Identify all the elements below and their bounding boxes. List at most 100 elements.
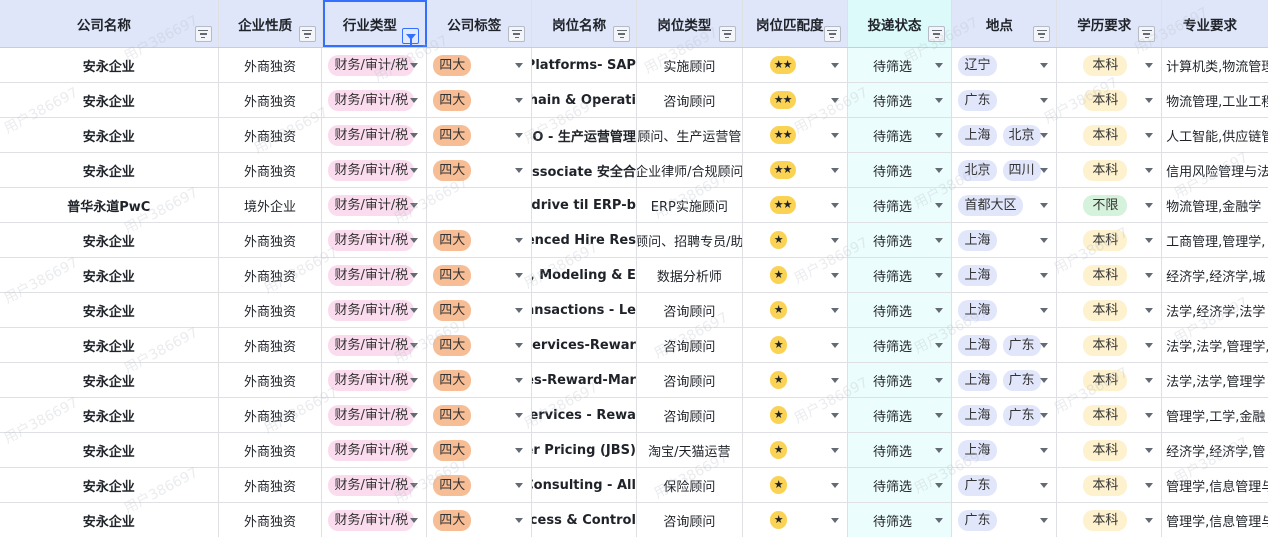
table-row[interactable]: 安永企业 外商独资 财务/审计/税 四大 Consulting - All 保险…	[0, 468, 1268, 503]
chevron-down-icon[interactable]	[830, 63, 839, 68]
chevron-down-icon[interactable]	[935, 98, 944, 103]
tag-cell[interactable]: 四大	[427, 48, 533, 82]
major-cell[interactable]: 工商管理,管理学,	[1162, 223, 1268, 257]
nature-cell[interactable]: 外商独资	[219, 398, 323, 432]
education-cell[interactable]: 本科	[1057, 153, 1163, 187]
company-cell[interactable]: 安永企业	[0, 398, 219, 432]
column-header-job-type[interactable]: 岗位类型	[637, 0, 743, 47]
match-cell[interactable]: ★	[743, 293, 848, 327]
status-cell[interactable]: 待筛选	[847, 363, 953, 397]
company-cell[interactable]: 安永企业	[0, 468, 219, 502]
job-type-cell[interactable]: 咨询顾问	[637, 293, 743, 327]
company-cell[interactable]: 安永企业	[0, 223, 219, 257]
chevron-down-icon[interactable]	[935, 133, 944, 138]
nature-cell[interactable]: 外商独资	[219, 503, 323, 537]
chevron-down-icon[interactable]	[830, 273, 839, 278]
location-cell[interactable]: 北京 四川	[952, 153, 1058, 187]
chevron-down-icon[interactable]	[935, 483, 944, 488]
job-name-cell[interactable]: y Services-Rewar	[532, 328, 637, 362]
chevron-down-icon[interactable]	[515, 63, 524, 68]
major-cell[interactable]: 经济学,经济学,管	[1162, 433, 1268, 467]
tag-cell[interactable]: 四大	[427, 398, 533, 432]
table-row[interactable]: 安永企业 外商独资 财务/审计/税 四大 Transactions - Le 咨…	[0, 293, 1268, 328]
major-cell[interactable]: 管理学,信息管理与	[1162, 503, 1268, 537]
status-cell[interactable]: 待筛选	[847, 188, 953, 222]
industry-cell[interactable]: 财务/审计/税	[322, 188, 428, 222]
chevron-down-icon[interactable]	[515, 378, 524, 383]
chevron-down-icon[interactable]	[1145, 308, 1154, 313]
chevron-down-icon[interactable]	[410, 483, 419, 488]
job-type-cell[interactable]: 淘宝/天猫运营	[637, 433, 743, 467]
chevron-down-icon[interactable]	[410, 238, 419, 243]
status-cell[interactable]: 待筛选	[847, 398, 953, 432]
column-header-match[interactable]: 岗位匹配度	[742, 0, 848, 47]
industry-cell[interactable]: 财务/审计/税	[322, 398, 428, 432]
company-cell[interactable]: 安永企业	[0, 48, 219, 82]
chevron-down-icon[interactable]	[515, 98, 524, 103]
chevron-down-icon[interactable]	[410, 308, 419, 313]
match-cell[interactable]: ★	[743, 398, 848, 432]
major-cell[interactable]: 法学,经济学,法学	[1162, 293, 1268, 327]
job-name-cell[interactable]: - Platforms- SAP	[532, 48, 637, 82]
job-type-cell[interactable]: 咨询顾问	[637, 363, 743, 397]
job-type-cell[interactable]: 咨询顾问	[637, 328, 743, 362]
nature-cell[interactable]: 外商独资	[219, 83, 323, 117]
chevron-down-icon[interactable]	[1145, 378, 1154, 383]
job-name-cell[interactable]: Transactions - Le	[532, 293, 637, 327]
chevron-down-icon[interactable]	[410, 343, 419, 348]
major-cell[interactable]: 物流管理,工业工程	[1162, 83, 1268, 117]
chevron-down-icon[interactable]	[515, 168, 524, 173]
chevron-down-icon[interactable]	[1040, 273, 1049, 278]
chevron-down-icon[interactable]	[935, 203, 944, 208]
chevron-down-icon[interactable]	[1145, 168, 1154, 173]
location-cell[interactable]: 上海 北京	[952, 118, 1058, 152]
chevron-down-icon[interactable]	[410, 378, 419, 383]
chevron-down-icon[interactable]	[830, 448, 839, 453]
match-cell[interactable]: ★	[743, 258, 848, 292]
column-header-status[interactable]: 投递状态	[847, 0, 953, 47]
filter-icon[interactable]	[194, 26, 212, 42]
filter-icon[interactable]	[613, 26, 630, 42]
column-header-company[interactable]: 公司名称	[0, 0, 219, 47]
job-type-cell[interactable]: 实施顾问	[637, 48, 743, 82]
column-header-tag[interactable]: 公司标签	[427, 0, 533, 47]
location-cell[interactable]: 上海 广东	[952, 328, 1058, 362]
match-cell[interactable]: ★	[743, 468, 848, 502]
chevron-down-icon[interactable]	[830, 98, 839, 103]
table-row[interactable]: 安永企业 外商独资 财务/审计/税 四大 Services - Rewa 咨询顾…	[0, 398, 1268, 433]
education-cell[interactable]: 本科	[1057, 468, 1163, 502]
status-cell[interactable]: 待筛选	[847, 153, 953, 187]
industry-cell[interactable]: 财务/审计/税	[322, 363, 428, 397]
chevron-down-icon[interactable]	[410, 168, 419, 173]
job-name-cell[interactable]: Consulting - All	[532, 468, 637, 502]
location-cell[interactable]: 首都大区	[952, 188, 1058, 222]
company-cell[interactable]: 安永企业	[0, 363, 219, 397]
column-header-industry[interactable]: 行业类型	[322, 0, 428, 47]
chevron-down-icon[interactable]	[410, 518, 419, 523]
chevron-down-icon[interactable]	[1145, 63, 1154, 68]
location-cell[interactable]: 上海	[952, 258, 1058, 292]
chevron-down-icon[interactable]	[830, 133, 839, 138]
nature-cell[interactable]: 外商独资	[219, 293, 323, 327]
education-cell[interactable]: 本科	[1057, 503, 1163, 537]
column-header-location[interactable]: 地点	[952, 0, 1058, 47]
job-name-cell[interactable]: on, Modeling & E	[532, 258, 637, 292]
job-name-cell[interactable]: Services - Rewa	[532, 398, 637, 432]
company-cell[interactable]: 安永企业	[0, 328, 219, 362]
tag-cell[interactable]	[427, 188, 533, 222]
nature-cell[interactable]: 外商独资	[219, 223, 323, 257]
industry-cell[interactable]: 财务/审计/税	[322, 223, 428, 257]
chevron-down-icon[interactable]	[1040, 483, 1049, 488]
industry-cell[interactable]: 财务/审计/税	[322, 328, 428, 362]
chevron-down-icon[interactable]	[830, 378, 839, 383]
nature-cell[interactable]: 外商独资	[219, 468, 323, 502]
job-type-cell[interactable]: 保险顾问	[637, 468, 743, 502]
column-header-major[interactable]: 专业要求	[1162, 0, 1268, 47]
table-row[interactable]: 安永企业 外商独资 财务/审计/税 四大 y Services-Rewar 咨询…	[0, 328, 1268, 363]
industry-cell[interactable]: 财务/审计/税	[322, 83, 428, 117]
column-header-nature[interactable]: 企业性质	[218, 0, 323, 47]
table-row[interactable]: 安永企业 外商独资 财务/审计/税 四大 - Platforms- SAP 实施…	[0, 48, 1268, 83]
tag-cell[interactable]: 四大	[427, 153, 533, 187]
chevron-down-icon[interactable]	[515, 238, 524, 243]
job-type-cell[interactable]: 咨询顾问	[637, 503, 743, 537]
